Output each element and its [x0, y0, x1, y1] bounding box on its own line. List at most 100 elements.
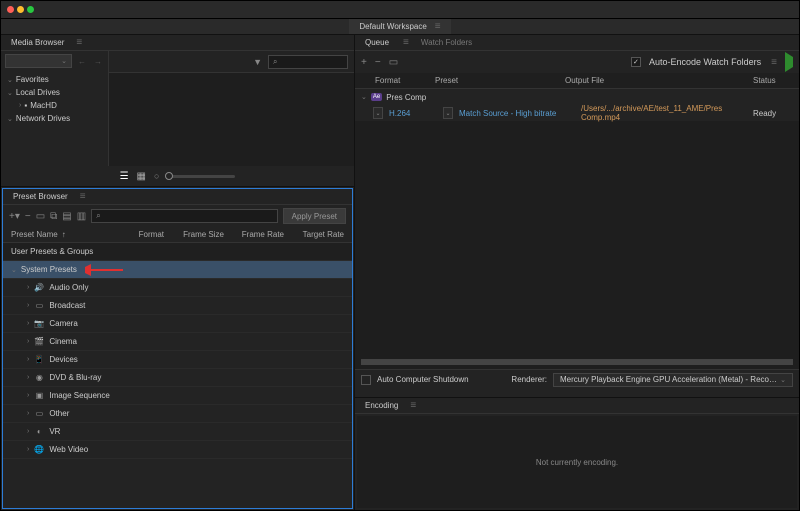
- new-group-icon[interactable]: ▭: [36, 211, 45, 222]
- drive-icon: ▪: [24, 101, 27, 110]
- auto-encode-checkbox[interactable]: ✓: [631, 57, 641, 67]
- sort-asc-icon[interactable]: ↑: [62, 230, 66, 239]
- chevron-right-icon: ›: [27, 284, 29, 291]
- workspace-label: Default Workspace: [359, 22, 426, 31]
- camera-icon: 📷: [33, 319, 45, 328]
- media-footer: ☰ ▦ ○: [1, 166, 354, 186]
- app-window: Default Workspace ≡ Media Browser ≡ ⌄ ← …: [0, 0, 800, 511]
- play-icon: [785, 52, 793, 72]
- tab-media-browser[interactable]: Media Browser: [7, 36, 68, 49]
- panel-menu-icon[interactable]: ≡: [80, 191, 86, 202]
- nav-back-icon[interactable]: ←: [76, 57, 88, 66]
- list-view-icon[interactable]: ☰: [120, 171, 129, 182]
- system-presets-label: System Presets: [21, 265, 77, 274]
- media-tree: ⌄Favorites ⌄Local Drives ›▪MacHD ⌄Networ…: [1, 71, 108, 127]
- user-presets-group[interactable]: User Presets & Groups: [3, 243, 352, 261]
- chevron-down-icon: ⌄: [780, 376, 786, 384]
- preset-search-input[interactable]: ⌕: [91, 209, 277, 223]
- zoom-out-icon[interactable]: ○: [154, 171, 159, 181]
- ae-icon: Ae: [371, 93, 382, 101]
- chevron-down-icon: ⌄: [11, 266, 17, 274]
- queue-output-row[interactable]: ⌄ H.264 ⌄ Match Source - High bitrate /U…: [355, 105, 799, 121]
- format-link[interactable]: H.264: [389, 109, 439, 118]
- preset-category[interactable]: ›▭Broadcast: [3, 297, 352, 315]
- start-queue-button[interactable]: [785, 57, 793, 67]
- add-preset-icon[interactable]: +▾: [9, 211, 20, 222]
- tv-icon: ▭: [33, 301, 45, 310]
- speaker-icon: 🔊: [33, 283, 45, 292]
- auto-shutdown-label: Auto Computer Shutdown: [377, 375, 469, 384]
- folder-icon: ▭: [33, 409, 45, 418]
- tab-preset-browser[interactable]: Preset Browser: [9, 190, 72, 203]
- media-content: [109, 73, 354, 166]
- settings-icon[interactable]: ⧉: [50, 211, 57, 222]
- preset-category[interactable]: ›📷Camera: [3, 315, 352, 333]
- filter-icon[interactable]: ▼: [253, 57, 262, 67]
- preset-category-label: Camera: [49, 319, 77, 328]
- format-dropdown[interactable]: ⌄: [373, 107, 383, 119]
- encoding-status: Not currently encoding.: [357, 416, 797, 508]
- preset-category-label: DVD & Blu-ray: [49, 373, 101, 382]
- preset-category[interactable]: › ▭ Other: [3, 405, 352, 423]
- preset-category[interactable]: ›📱Devices: [3, 351, 352, 369]
- queue-comp-row[interactable]: ⌄ Ae Pres Comp: [355, 89, 799, 105]
- add-source-icon[interactable]: +: [361, 57, 367, 68]
- preset-link[interactable]: Match Source - High bitrate: [459, 109, 577, 118]
- media-source-select[interactable]: ⌄: [5, 54, 72, 68]
- tree-local-drives[interactable]: ⌄Local Drives: [1, 86, 108, 99]
- duplicate-icon[interactable]: ▭: [389, 57, 398, 68]
- chevron-right-icon: ›: [27, 410, 29, 417]
- remove-icon[interactable]: −: [375, 57, 381, 68]
- renderer-select[interactable]: Mercury Playback Engine GPU Acceleration…: [553, 373, 793, 387]
- preset-category[interactable]: ›🔊Audio Only: [3, 279, 352, 297]
- thumb-view-icon[interactable]: ▦: [137, 171, 146, 182]
- maximize-window-icon[interactable]: [27, 6, 34, 13]
- apply-preset-button[interactable]: Apply Preset: [283, 208, 346, 224]
- titlebar: [1, 1, 799, 19]
- minimize-window-icon[interactable]: [17, 6, 24, 13]
- preset-category[interactable]: ›◉DVD & Blu-ray: [3, 369, 352, 387]
- panel-menu-icon[interactable]: ≡: [403, 37, 409, 48]
- chevron-right-icon: ›: [27, 338, 29, 345]
- preset-category[interactable]: ›🎬Cinema: [3, 333, 352, 351]
- media-browser-tabs: Media Browser ≡: [1, 35, 354, 51]
- chevron-right-icon: ›: [27, 374, 29, 381]
- nav-forward-icon[interactable]: →: [92, 57, 104, 66]
- tab-encoding[interactable]: Encoding: [361, 399, 402, 412]
- workspace-selector[interactable]: Default Workspace ≡: [349, 19, 450, 34]
- image-icon: ▣: [33, 391, 45, 400]
- tab-watch-folders[interactable]: Watch Folders: [417, 36, 476, 49]
- export-icon[interactable]: ▥: [77, 211, 86, 222]
- import-icon[interactable]: ▤: [62, 211, 71, 222]
- preset-category[interactable]: ›▣Image Sequence: [3, 387, 352, 405]
- tree-favorites[interactable]: ⌄Favorites: [1, 73, 108, 86]
- queue-hscrollbar[interactable]: [361, 359, 793, 365]
- panel-menu-icon[interactable]: ≡: [76, 37, 82, 48]
- chevron-right-icon: ›: [27, 446, 29, 453]
- auto-shutdown-checkbox[interactable]: [361, 375, 371, 385]
- thumbnail-slider[interactable]: [165, 175, 235, 178]
- left-column: Media Browser ≡ ⌄ ← → ⌄Favorites ⌄Local …: [1, 35, 355, 510]
- preset-browser-panel: Preset Browser ≡ +▾ − ▭ ⧉ ▤ ▥ ⌕ Apply Pr…: [2, 188, 353, 509]
- preset-category-label: Other: [49, 409, 69, 418]
- delete-preset-icon[interactable]: −: [25, 211, 31, 222]
- queue-panel: Queue ≡ Watch Folders + − ▭ ✓ Auto-Encod…: [355, 35, 799, 398]
- panel-menu-icon[interactable]: ≡: [410, 400, 416, 411]
- tab-queue[interactable]: Queue: [361, 36, 393, 49]
- preset-list: User Presets & Groups⌄System Presets›🔊Au…: [3, 243, 352, 508]
- workspace-bar: Default Workspace ≡: [1, 19, 799, 35]
- media-search-input[interactable]: ⌕: [268, 55, 348, 69]
- system-presets-group[interactable]: ⌄ System Presets: [3, 261, 352, 279]
- search-icon: ⌕: [273, 57, 277, 67]
- close-window-icon[interactable]: [7, 6, 14, 13]
- preset-category-label: Devices: [49, 355, 77, 364]
- preset-category[interactable]: ›🌐Web Video: [3, 441, 352, 459]
- status-label: Ready: [753, 109, 793, 118]
- preset-category[interactable]: ›◐VR: [3, 423, 352, 441]
- tree-network-drives[interactable]: ⌄Network Drives: [1, 112, 108, 125]
- hamburger-icon[interactable]: ≡: [771, 57, 777, 68]
- media-content-pane: ▼ ⌕: [109, 51, 354, 166]
- preset-dropdown[interactable]: ⌄: [443, 107, 453, 119]
- output-path-link[interactable]: /Users/.../archive/AE/test_11_AME/Pres C…: [581, 104, 749, 122]
- tree-machd[interactable]: ›▪MacHD: [1, 99, 108, 112]
